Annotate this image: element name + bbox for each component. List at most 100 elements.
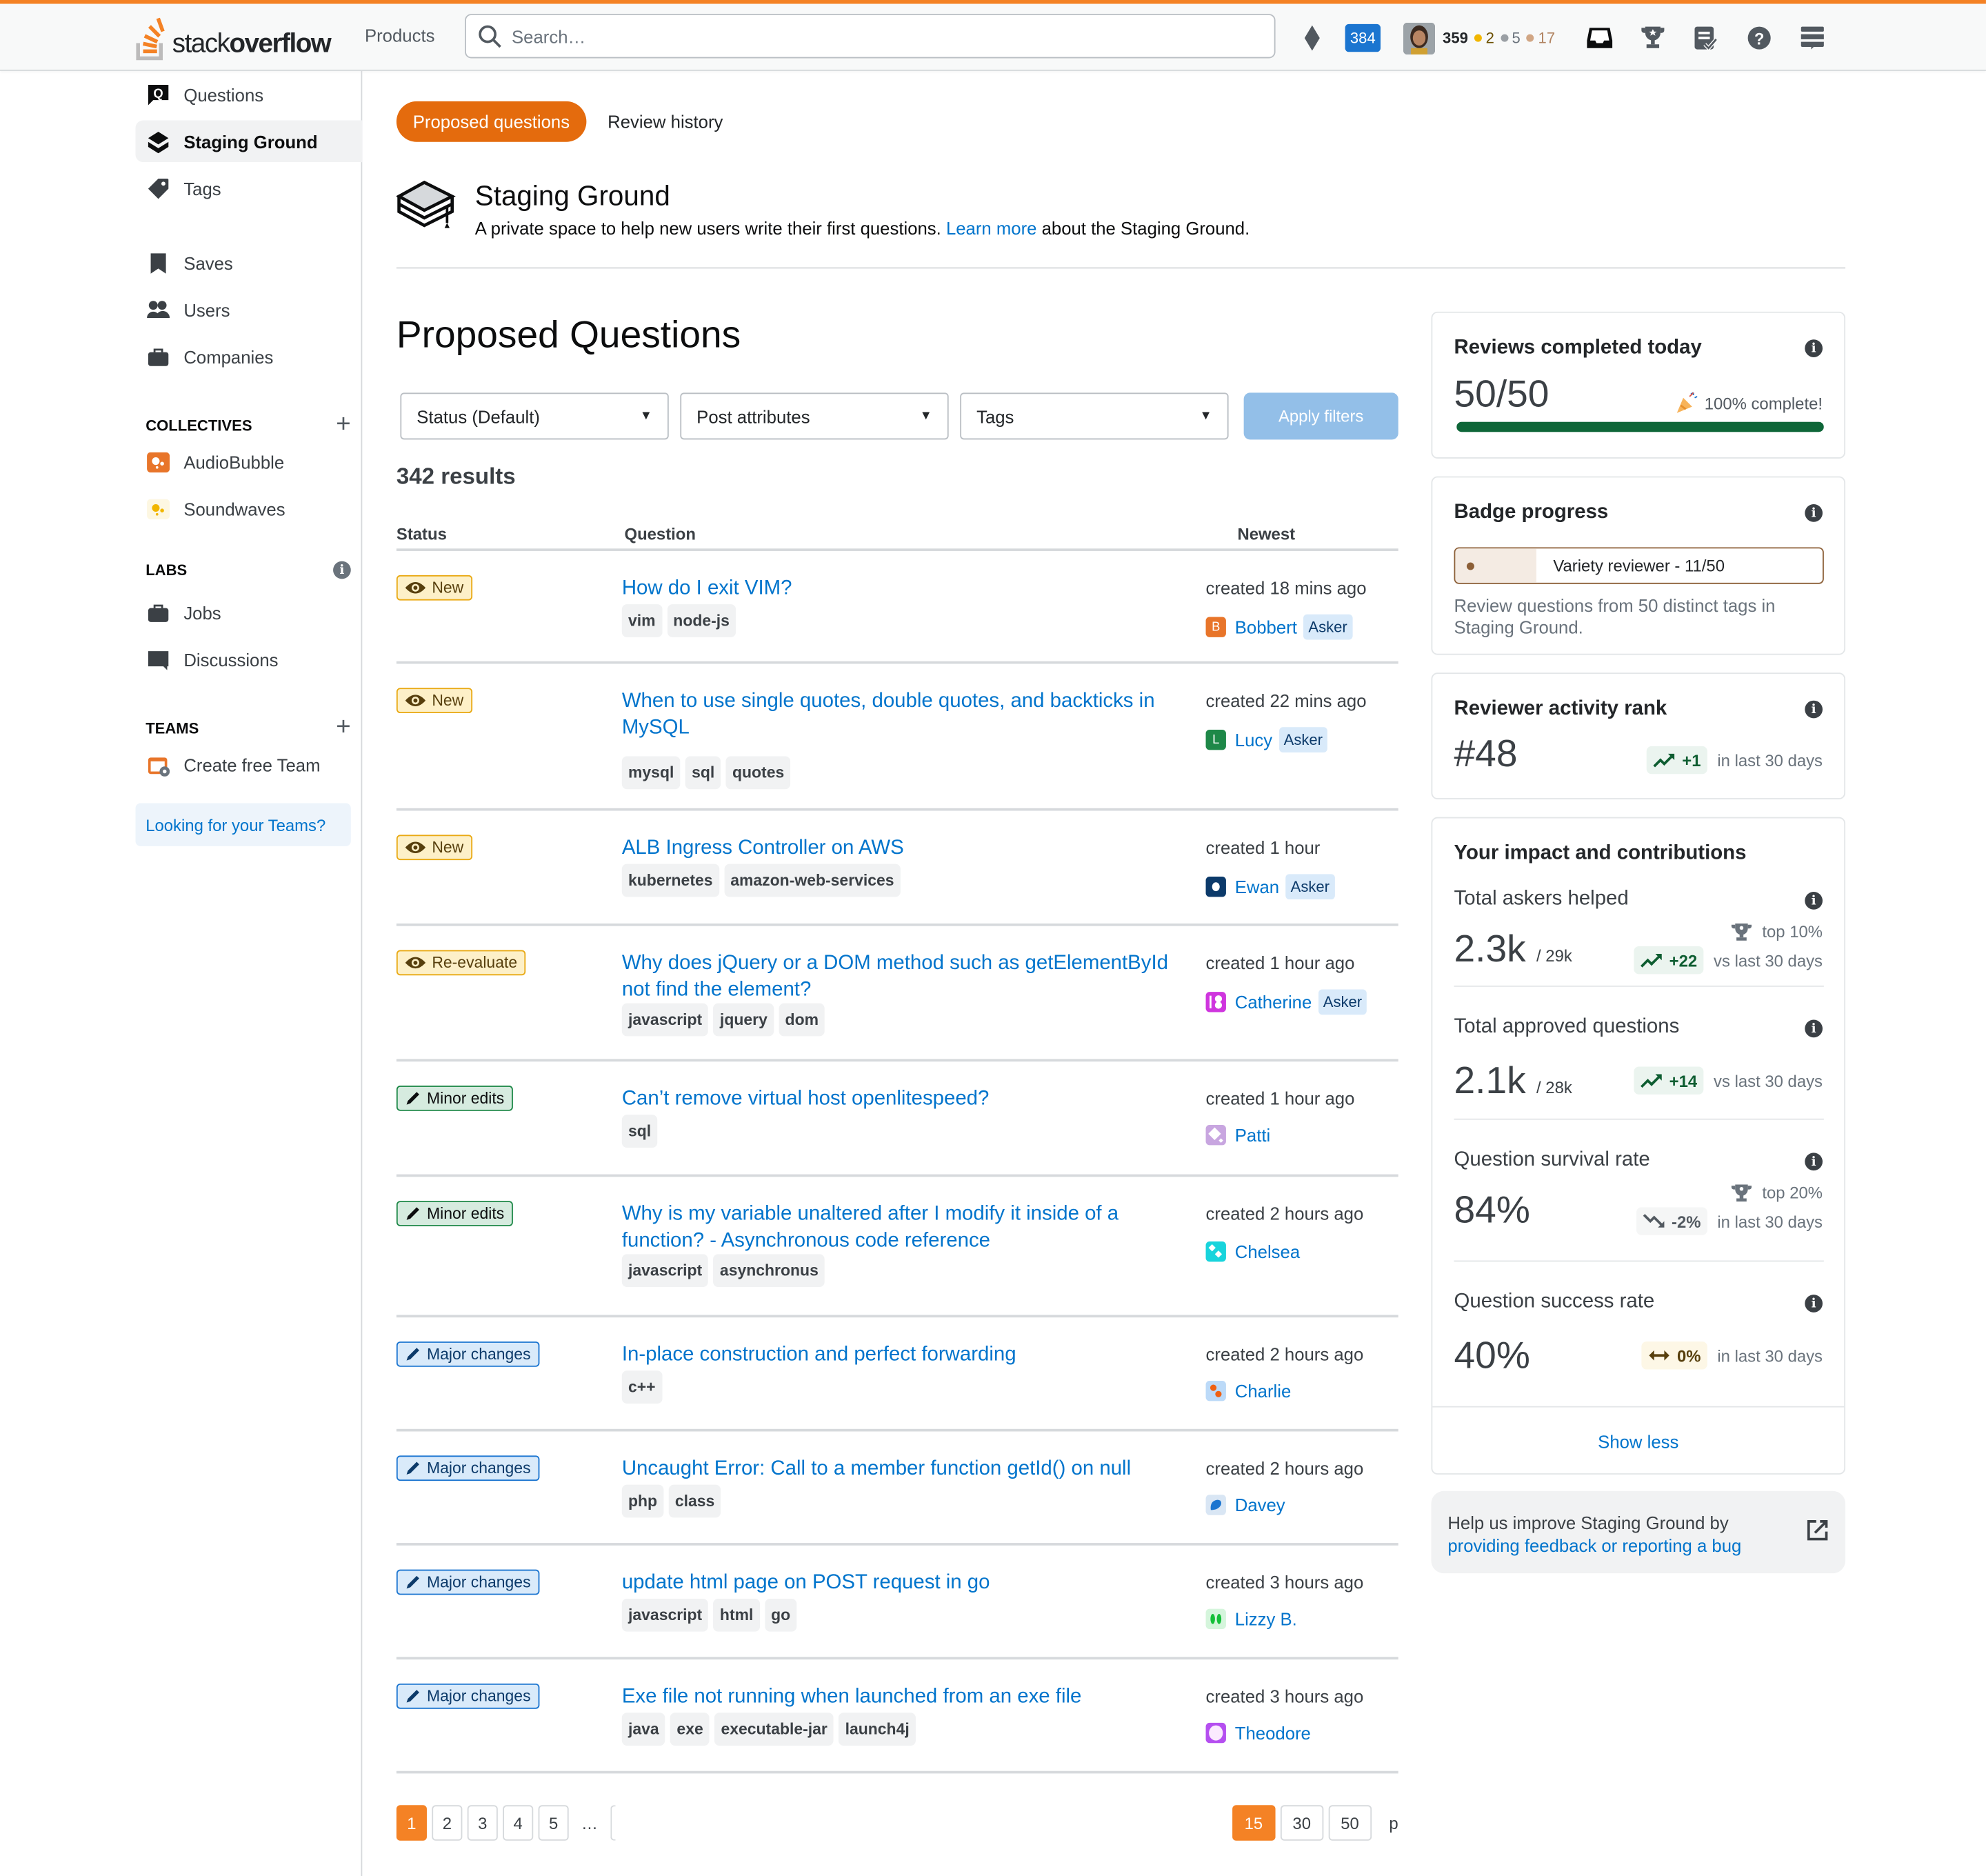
show-less-link[interactable]: Show less [1432,1431,1844,1451]
tag-chip[interactable]: html [713,1598,760,1632]
tag-chip[interactable]: node-js [667,604,736,637]
user-name-link[interactable]: Patti [1235,1125,1270,1145]
sidebar-item-staging-ground[interactable]: Staging Ground [135,120,363,163]
tag-chip[interactable]: javascript [621,1254,709,1288]
user-name-link[interactable]: Charlie [1235,1381,1291,1401]
question-title-link[interactable]: Why does jQuery or a DOM method such as … [622,950,1184,1004]
tag-chip[interactable]: sql [685,756,721,790]
user-name-link[interactable]: Lucy [1235,730,1272,750]
products-menu[interactable]: Products [365,26,434,46]
tag-chip[interactable]: vim [621,604,662,637]
tag-chip[interactable]: c++ [621,1370,662,1404]
status-filter-select[interactable]: Status (Default) ▼ [400,392,669,440]
user-name-link[interactable]: Davey [1235,1495,1285,1515]
user-avatar[interactable] [1205,992,1226,1012]
page-5-button[interactable]: 5 [538,1805,569,1841]
sidebar-item-jobs[interactable]: Jobs [136,592,363,634]
achievements-diamond-icon[interactable] [1299,18,1325,59]
tag-chip[interactable]: mysql [621,756,681,790]
tags-filter-select[interactable]: Tags ▼ [960,392,1229,440]
user-name-link[interactable]: Theodore [1235,1723,1311,1743]
tag-chip[interactable]: amazon-web-services [724,864,901,897]
inbox-icon[interactable] [1573,18,1626,59]
page-next-button[interactable] [610,1805,616,1841]
collective-soundwaves[interactable]: Soundwaves [136,488,363,530]
question-title-link[interactable]: Uncaught Error: Call to a member functio… [622,1455,1184,1482]
tag-chip[interactable]: launch4j [839,1713,916,1746]
tag-chip[interactable]: quotes [725,756,791,790]
sidebar-item-saves[interactable]: Saves [136,242,363,284]
help-icon[interactable]: ? [1732,18,1785,59]
tab-review-history[interactable]: Review history [591,101,739,142]
column-newest[interactable]: Newest [1237,524,1295,543]
user-avatar[interactable]: L [1205,729,1226,750]
question-title-link[interactable]: update html page on POST request in go [622,1570,1184,1597]
tag-chip[interactable]: go [764,1598,797,1632]
user-avatar[interactable] [1205,1608,1226,1629]
tag-chip[interactable]: class [668,1484,721,1518]
tag-chip[interactable]: php [621,1484,664,1518]
page-3-button[interactable]: 3 [467,1805,498,1841]
user-avatar[interactable] [1403,22,1436,54]
user-avatar[interactable]: B [1205,617,1226,637]
question-title-link[interactable]: How do I exit VIM? [622,575,1184,602]
tag-chip[interactable]: javascript [621,1598,709,1632]
labs-info-icon[interactable]: i [333,561,351,579]
search-box[interactable] [465,14,1276,59]
search-input[interactable] [512,26,1221,47]
info-icon[interactable]: i [1805,892,1823,910]
review-queue-icon[interactable] [1679,18,1732,59]
external-link-icon[interactable] [1806,1519,1829,1541]
sidebar-item-discussions[interactable]: Discussions [136,639,363,681]
tag-chip[interactable]: javascript [621,1003,709,1037]
add-collective-icon[interactable]: + [336,410,350,439]
sidebar-item-tags[interactable]: Tags [136,167,363,209]
tag-chip[interactable]: sql [621,1115,658,1148]
user-name-link[interactable]: Ewan [1235,877,1279,897]
sidebar-item-users[interactable]: Users [136,289,363,331]
tab-proposed-questions[interactable]: Proposed questions [396,101,586,142]
tag-chip[interactable]: executable-jar [714,1713,834,1746]
question-title-link[interactable]: ALB Ingress Controller on AWS [622,835,1184,861]
inbox-count-badge[interactable]: 384 [1345,23,1381,52]
page-size-15-button[interactable]: 15 [1232,1805,1276,1841]
user-avatar[interactable] [1205,1124,1226,1146]
collective-audiobubble[interactable]: AudioBubble [136,441,363,483]
page-2-button[interactable]: 2 [432,1805,463,1841]
site-switcher-icon[interactable] [1785,18,1838,59]
info-icon[interactable]: i [1805,1152,1823,1171]
page-size-50-button[interactable]: 50 [1328,1805,1372,1841]
question-title-link[interactable]: Why is my variable unaltered after I mod… [622,1201,1184,1254]
add-team-icon[interactable]: + [336,713,350,742]
post-attributes-filter-select[interactable]: Post attributes ▼ [680,392,949,440]
tag-chip[interactable]: java [621,1713,665,1746]
user-avatar[interactable] [1205,876,1226,897]
badge-progress-bar[interactable]: Variety reviewer - 11/50 [1454,547,1824,584]
info-icon[interactable]: i [1805,1019,1823,1038]
user-name-link[interactable]: Chelsea [1235,1241,1300,1261]
create-free-team[interactable]: Create free Team [136,744,363,786]
user-name-link[interactable]: Bobbert [1235,617,1297,637]
user-avatar[interactable] [1205,1241,1226,1262]
tag-chip[interactable]: jquery [713,1003,774,1037]
learn-more-link[interactable]: Learn more [946,218,1036,238]
tag-chip[interactable]: asynchronus [713,1254,825,1288]
question-title-link[interactable]: When to use single quotes, double quotes… [622,688,1184,741]
sidebar-item-companies[interactable]: Companies [136,336,363,378]
info-icon[interactable]: i [1805,700,1823,719]
page-size-30-button[interactable]: 30 [1280,1805,1323,1841]
info-icon[interactable]: i [1805,1295,1823,1313]
tag-chip[interactable]: kubernetes [621,864,719,897]
user-avatar[interactable] [1205,1381,1226,1401]
apply-filters-button[interactable]: Apply filters [1243,392,1398,440]
looking-for-teams-link[interactable]: Looking for your Teams? [135,803,351,846]
user-avatar[interactable] [1205,1495,1226,1515]
user-avatar[interactable] [1205,1722,1226,1744]
tag-chip[interactable]: dom [779,1003,825,1037]
stack-overflow-logo[interactable]: stackoverflow [134,15,332,61]
page-4-button[interactable]: 4 [503,1805,534,1841]
question-title-link[interactable]: Can’t remove virtual host openlitespeed? [622,1086,1184,1112]
feedback-link[interactable]: providing feedback or reporting a bug [1447,1535,1741,1555]
info-icon[interactable]: i [1805,339,1823,357]
question-title-link[interactable]: In-place construction and perfect forwar… [622,1341,1184,1368]
